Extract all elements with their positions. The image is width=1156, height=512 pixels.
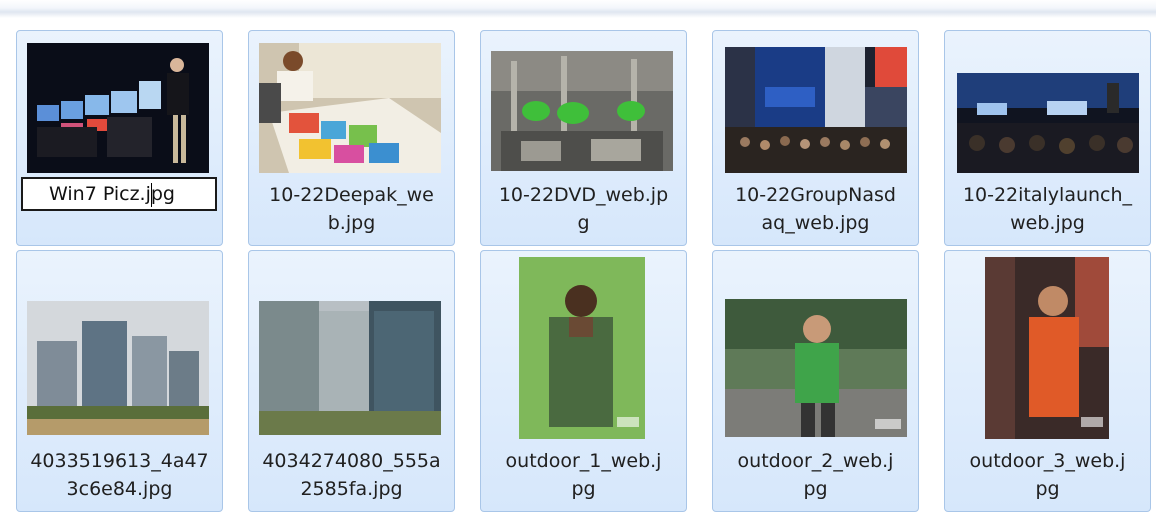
file-name-line2: b.jpg — [327, 212, 376, 234]
thumbnail-image — [519, 257, 645, 439]
file-tile[interactable]: 10-22GroupNasd aq_web.jpg — [712, 30, 919, 246]
file-tile[interactable]: outdoor_3_web.j pg — [944, 250, 1151, 512]
file-tile[interactable]: 10-22Deepak_we b.jpg — [248, 30, 455, 246]
thumbnail-image — [27, 43, 209, 173]
file-name-line1: outdoor_2_web.j — [737, 450, 894, 472]
thumbnail-image — [259, 43, 441, 173]
file-name: outdoor_3_web.j pg — [945, 447, 1150, 503]
thumbnail-image — [725, 47, 907, 173]
file-tile[interactable]: 10-22italylaunch_ web.jpg — [944, 30, 1151, 246]
file-name-line1: 10-22DVD_web.jp — [498, 184, 669, 206]
file-name-line2: 3c6e84.jpg — [66, 478, 173, 500]
file-name-line2: aq_web.jpg — [761, 212, 870, 234]
file-name-line1: 10-22italylaunch_ — [962, 184, 1133, 206]
rename-input[interactable]: Win7 Picz.jpg — [21, 177, 217, 211]
thumbnail-image — [27, 301, 209, 435]
file-name: 10-22italylaunch_ web.jpg — [945, 181, 1150, 237]
file-name-line1: 4034274080_555a — [262, 450, 441, 472]
file-tile[interactable]: 10-22DVD_web.jp g — [480, 30, 687, 246]
file-name-line1: outdoor_1_web.j — [505, 450, 662, 472]
file-tile[interactable]: outdoor_1_web.j pg — [480, 250, 687, 512]
toolbar-edge — [0, 0, 1156, 18]
rename-input-value: Win7 Picz.jpg — [49, 183, 175, 205]
file-tile[interactable]: 4034274080_555a 2585fa.jpg — [248, 250, 455, 512]
file-name-line2: web.jpg — [1010, 212, 1085, 234]
file-name: 4034274080_555a 2585fa.jpg — [249, 447, 454, 503]
thumbnail-image — [957, 73, 1139, 173]
file-tile[interactable]: outdoor_2_web.j pg — [712, 250, 919, 512]
thumbnail-image — [491, 51, 673, 171]
file-tile[interactable]: Win7 Picz.jpg — [16, 30, 223, 246]
file-name: outdoor_1_web.j pg — [481, 447, 686, 503]
file-name-line2: g — [577, 212, 590, 234]
file-name: outdoor_2_web.j pg — [713, 447, 918, 503]
file-name-line1: 10-22Deepak_we — [269, 184, 434, 206]
file-name-line1: outdoor_3_web.j — [969, 450, 1126, 472]
file-name: 4033519613_4a47 3c6e84.jpg — [17, 447, 222, 503]
thumbnail-image — [259, 301, 441, 435]
file-name: 10-22DVD_web.jp g — [481, 181, 686, 237]
file-name: 10-22GroupNasd aq_web.jpg — [713, 181, 918, 237]
file-tile[interactable]: 4033519613_4a47 3c6e84.jpg — [16, 250, 223, 512]
thumbnail-image — [985, 257, 1109, 439]
file-name: 10-22Deepak_we b.jpg — [249, 181, 454, 237]
file-name-line2: 2585fa.jpg — [300, 478, 403, 500]
file-name-line2: pg — [1035, 478, 1060, 500]
thumbnail-image — [725, 299, 907, 437]
file-name-line1: 4033519613_4a47 — [30, 450, 209, 472]
file-name-line1: 10-22GroupNasd — [735, 184, 896, 206]
file-name-line2: pg — [571, 478, 596, 500]
text-caret — [151, 183, 152, 207]
file-name-line2: pg — [803, 478, 828, 500]
